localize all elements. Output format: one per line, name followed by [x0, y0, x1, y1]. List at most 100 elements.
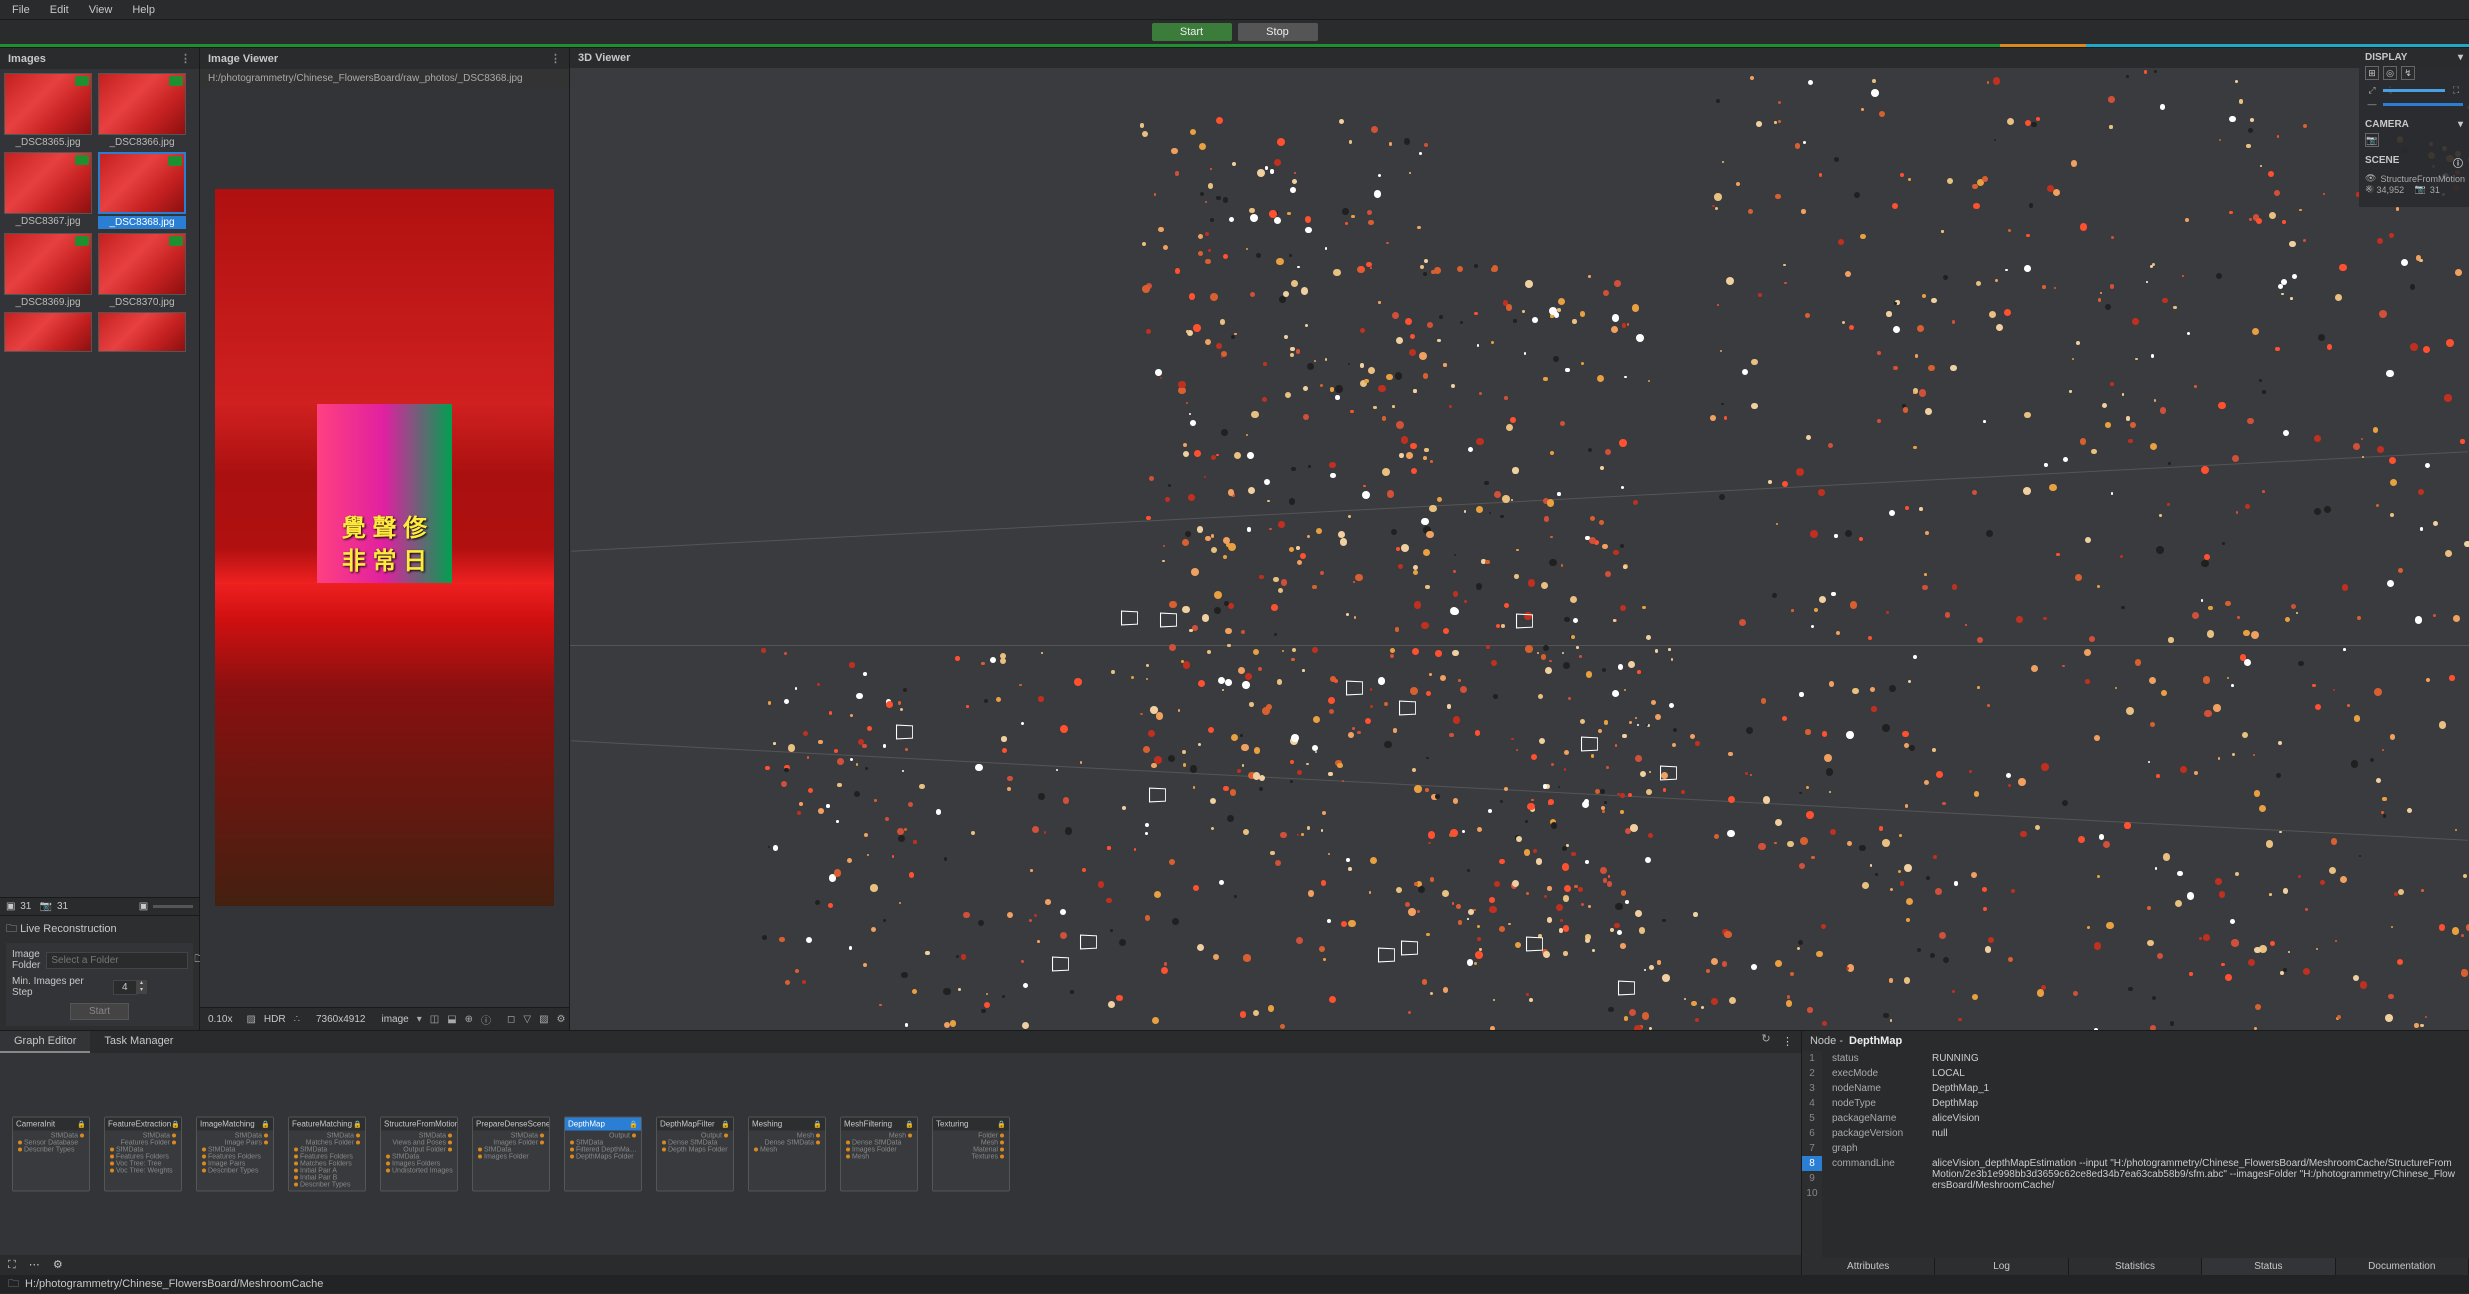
thumbnail[interactable]: _DSC8367.jpg: [4, 152, 92, 229]
graph-node[interactable]: MeshFiltering🔒MeshDense SfMDataImages Fo…: [840, 1117, 918, 1192]
menu-view[interactable]: View: [81, 2, 121, 18]
square-icon[interactable]: ◻: [507, 1012, 515, 1026]
graph-node[interactable]: Texturing🔒FolderMeshMaterialTextures: [932, 1117, 1010, 1192]
gallery-icon[interactable]: ◫: [430, 1012, 439, 1026]
point: [1434, 267, 1441, 274]
tab-task-manager[interactable]: Task Manager: [90, 1031, 187, 1053]
graph-node[interactable]: CameraInit🔒SfMDataSensor DatabaseDescrib…: [12, 1117, 90, 1192]
graph-node[interactable]: FeatureMatching🔒SfMDataMatches FolderSfM…: [288, 1117, 366, 1192]
menu-edit[interactable]: Edit: [42, 2, 77, 18]
graph-node[interactable]: DepthMap🔒OutputSfMDataFiltered DepthMaps…: [564, 1117, 642, 1192]
point: [1537, 652, 1539, 654]
viewer-menu-icon[interactable]: ⋮: [550, 52, 561, 65]
point: [2232, 753, 2235, 756]
menu-file[interactable]: File: [4, 2, 38, 18]
point: [2099, 834, 2105, 840]
graph-canvas[interactable]: CameraInit🔒SfMDataSensor DatabaseDescrib…: [0, 1053, 1801, 1255]
thumbnail[interactable]: _DSC8365.jpg: [4, 73, 92, 148]
images-menu-icon[interactable]: ⋮: [180, 52, 191, 65]
thumbnail[interactable]: [4, 312, 92, 352]
line-number[interactable]: 9: [1802, 1171, 1822, 1186]
expand-icon[interactable]: ⤢: [2365, 83, 2379, 97]
line-number[interactable]: 2: [1802, 1066, 1822, 1081]
point: [2327, 344, 2332, 349]
line-number[interactable]: 7: [1802, 1141, 1822, 1156]
points-icon[interactable]: ∴: [294, 1012, 300, 1026]
stats-icon[interactable]: ⬓: [447, 1012, 456, 1026]
point: [1551, 822, 1557, 828]
thumbnail[interactable]: _DSC8369.jpg: [4, 233, 92, 308]
mode-dropdown-icon[interactable]: ▾: [417, 1012, 422, 1026]
stepper-down-icon[interactable]: ▾: [137, 987, 147, 994]
point: [1346, 613, 1349, 616]
node-tab-attributes[interactable]: Attributes: [1802, 1258, 1935, 1275]
menu-help[interactable]: Help: [124, 2, 163, 18]
gear-icon[interactable]: ⚙: [557, 1012, 566, 1026]
point: [1259, 787, 1263, 791]
point: [1207, 650, 1211, 654]
triangle-icon[interactable]: ▽: [523, 1012, 531, 1026]
graph-node[interactable]: ImageMatching🔒SfMDataImage PairsSfMDataF…: [196, 1117, 274, 1192]
thumbnail[interactable]: _DSC8370.jpg: [98, 233, 186, 308]
min-step-value[interactable]: 4: [113, 980, 137, 995]
thumb-size-icon[interactable]: ▣: [139, 901, 148, 912]
point: [925, 951, 929, 955]
point: [919, 784, 925, 790]
line-number[interactable]: 6: [1802, 1126, 1822, 1141]
more-icon[interactable]: ⋯: [29, 1259, 40, 1271]
chevron-down-icon[interactable]: ▾: [2458, 52, 2463, 63]
camera-reset-icon[interactable]: 📷: [2365, 133, 2379, 147]
graph-menu-icon[interactable]: ⋮: [1774, 1031, 1801, 1053]
target-icon[interactable]: ◎: [2383, 66, 2397, 80]
axis-icon[interactable]: ↯: [2401, 66, 2415, 80]
info-icon[interactable]: ⓘ: [2453, 155, 2463, 170]
thumbnail[interactable]: [98, 312, 186, 352]
3d-canvas[interactable]: [570, 68, 2469, 1030]
stop-button[interactable]: Stop: [1238, 23, 1318, 41]
settings-icon[interactable]: ⚙: [53, 1259, 63, 1271]
viewer-canvas[interactable]: [200, 88, 569, 1007]
graph-node[interactable]: PrepareDenseScene🔒SfMDataImages FolderSf…: [472, 1117, 550, 1192]
hatch-icon[interactable]: ▨: [246, 1012, 255, 1026]
live-start-button[interactable]: Start: [70, 1003, 129, 1020]
slider2-icon[interactable]: —: [2365, 97, 2379, 111]
line-number[interactable]: 5: [1802, 1111, 1822, 1126]
hatch2-icon[interactable]: ▨: [539, 1012, 548, 1026]
node-tab-status[interactable]: Status: [2202, 1258, 2335, 1275]
line-number[interactable]: 1: [1802, 1051, 1822, 1066]
node-tab-statistics[interactable]: Statistics: [2069, 1258, 2202, 1275]
node-tab-log[interactable]: Log: [1935, 1258, 2068, 1275]
point: [936, 809, 941, 814]
line-number[interactable]: 8: [1802, 1156, 1822, 1171]
tab-graph-editor[interactable]: Graph Editor: [0, 1031, 90, 1053]
hdr-toggle[interactable]: HDR: [264, 1014, 286, 1025]
status-badge: [75, 155, 89, 165]
grid-icon[interactable]: ⊞: [2365, 66, 2379, 80]
thumbnail[interactable]: _DSC8366.jpg: [98, 73, 186, 148]
line-number[interactable]: 3: [1802, 1081, 1822, 1096]
image-folder-input[interactable]: [46, 952, 188, 969]
refresh-icon[interactable]: ↻: [1758, 1031, 1774, 1045]
line-number[interactable]: 4: [1802, 1096, 1822, 1111]
stepper-up-icon[interactable]: ▴: [137, 980, 147, 987]
zoom-level[interactable]: 0.10x: [208, 1014, 232, 1025]
graph-node[interactable]: FeatureExtraction🔒SfMDataFeatures Folder…: [104, 1117, 182, 1192]
info-icon[interactable]: ⓘ: [481, 1012, 491, 1026]
graph-node[interactable]: DepthMapFilter🔒OutputDense SfMDataDepth …: [656, 1117, 734, 1192]
line-number[interactable]: 10: [1802, 1186, 1822, 1201]
slider2[interactable]: [2383, 103, 2463, 106]
globe-icon[interactable]: ⊕: [465, 1012, 473, 1026]
fit-icon[interactable]: ⛶: [8, 1259, 16, 1271]
fullscreen-icon[interactable]: ⛶: [2449, 83, 2463, 97]
point-size-slider[interactable]: [2383, 89, 2445, 92]
thumb-size-slider[interactable]: [153, 905, 193, 908]
graph-node[interactable]: Meshing🔒MeshDense SfMDataMesh: [748, 1117, 826, 1192]
eye-icon[interactable]: 👁: [2365, 173, 2376, 184]
node-tab-documentation[interactable]: Documentation: [2336, 1258, 2469, 1275]
point: [1489, 512, 1491, 514]
start-button[interactable]: Start: [1152, 23, 1232, 41]
point: [2203, 934, 2210, 941]
chevron-down-icon[interactable]: ▾: [2458, 119, 2463, 130]
thumbnail[interactable]: _DSC8368.jpg: [98, 152, 186, 229]
graph-node[interactable]: StructureFromMotion🔒SfMDataViews and Pos…: [380, 1117, 458, 1192]
